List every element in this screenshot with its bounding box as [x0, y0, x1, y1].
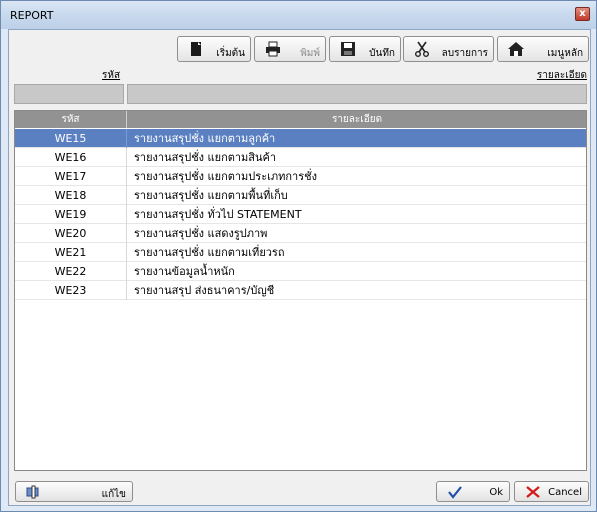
detail-filter-header: รายละเอียด [536, 70, 587, 81]
table-row[interactable]: WE19 รายงานสรุปชั่ง ทั่วไป STATEMENT [15, 205, 586, 224]
row-description: รายงานข้อมูลน้ำหนัก [134, 265, 235, 278]
window-title: REPORT [10, 9, 54, 22]
detail-filter-field[interactable] [127, 84, 587, 104]
grid-header: รหัส รายละเอียด [15, 111, 586, 128]
table-row[interactable]: WE23 รายงานสรุป ส่งธนาคาร/บัญชี [15, 281, 586, 300]
report-window: REPORT x เริ่มต้น พิมพ์ บันทึก ลบรายการ … [0, 0, 597, 512]
start-label: เริ่มต้น [216, 48, 245, 59]
table-row[interactable]: WE15 รายงานสรุปชั่ง แยกตามลูกค้า [15, 129, 586, 148]
home-icon [508, 42, 524, 56]
ok-button[interactable]: Ok [436, 481, 510, 502]
row-description: รายงานสรุปชั่ง แยกตามเที่ยวรถ [134, 246, 285, 259]
row-code: WE22 [15, 262, 127, 281]
row-description: รายงานสรุปชั่ง แยกตามลูกค้า [134, 132, 276, 145]
close-button[interactable]: x [575, 7, 590, 21]
main-menu-label: เมนูหลัก [547, 48, 583, 59]
code-filter-field[interactable] [14, 84, 124, 104]
row-description: รายงานสรุปชั่ง ทั่วไป STATEMENT [134, 208, 302, 221]
new-document-icon [191, 42, 201, 56]
column-header-detail[interactable]: รายละเอียด [128, 111, 586, 128]
row-description: รายงานสรุปชั่ง แสดงรูปภาพ [134, 227, 268, 240]
row-description: รายงานสรุปชั่ง แยกตามสินค้า [134, 151, 277, 164]
table-row[interactable]: WE20 รายงานสรุปชั่ง แสดงรูปภาพ [15, 224, 586, 243]
edit-form-icon [26, 485, 39, 499]
delete-item-button[interactable]: ลบรายการ [403, 36, 494, 62]
row-code: WE20 [15, 224, 127, 243]
table-row[interactable]: WE16 รายงานสรุปชั่ง แยกตามสินค้า [15, 148, 586, 167]
printer-icon [266, 41, 280, 57]
code-filter-header: รหัส [102, 70, 121, 81]
ok-label: Ok [489, 487, 503, 498]
edit-label: แก้ไข [101, 489, 126, 500]
table-row[interactable]: WE17 รายงานสรุปชั่ง แยกตามประเภทการชั่ง [15, 167, 586, 186]
report-grid: รหัส รายละเอียด WE15 รายงานสรุปชั่ง แยกต… [14, 110, 587, 471]
row-code: WE18 [15, 186, 127, 205]
row-description: รายงานสรุปชั่ง แยกตามประเภทการชั่ง [134, 170, 317, 183]
table-row[interactable]: WE22 รายงานข้อมูลน้ำหนัก [15, 262, 586, 281]
client-area: เริ่มต้น พิมพ์ บันทึก ลบรายการ เมนูหลัก … [8, 29, 591, 506]
check-icon [448, 486, 462, 499]
cancel-x-icon [526, 486, 540, 498]
row-code: WE15 [15, 129, 127, 148]
cancel-label: Cancel [548, 487, 582, 498]
delete-item-label: ลบรายการ [441, 48, 488, 59]
row-code: WE23 [15, 281, 127, 300]
cancel-button[interactable]: Cancel [514, 481, 589, 502]
column-header-code[interactable]: รหัส [15, 111, 127, 128]
row-code: WE17 [15, 167, 127, 186]
row-code: WE21 [15, 243, 127, 262]
table-row[interactable]: WE21 รายงานสรุปชั่ง แยกตามเที่ยวรถ [15, 243, 586, 262]
scissors-icon [415, 41, 429, 57]
table-row[interactable]: WE18 รายงานสรุปชั่ง แยกตามพื้นที่เก็บ [15, 186, 586, 205]
title-bar[interactable]: REPORT x [1, 1, 596, 29]
row-code: WE16 [15, 148, 127, 167]
start-button[interactable]: เริ่มต้น [177, 36, 251, 62]
row-code: WE19 [15, 205, 127, 224]
print-label: พิมพ์ [300, 48, 320, 59]
print-button[interactable]: พิมพ์ [254, 36, 326, 62]
save-button[interactable]: บันทึก [329, 36, 401, 62]
main-menu-button[interactable]: เมนูหลัก [497, 36, 589, 62]
edit-button[interactable]: แก้ไข [15, 481, 133, 502]
row-description: รายงานสรุปชั่ง แยกตามพื้นที่เก็บ [134, 189, 288, 202]
save-label: บันทึก [369, 48, 395, 59]
save-disk-icon [341, 42, 355, 56]
row-description: รายงานสรุป ส่งธนาคาร/บัญชี [134, 284, 275, 297]
